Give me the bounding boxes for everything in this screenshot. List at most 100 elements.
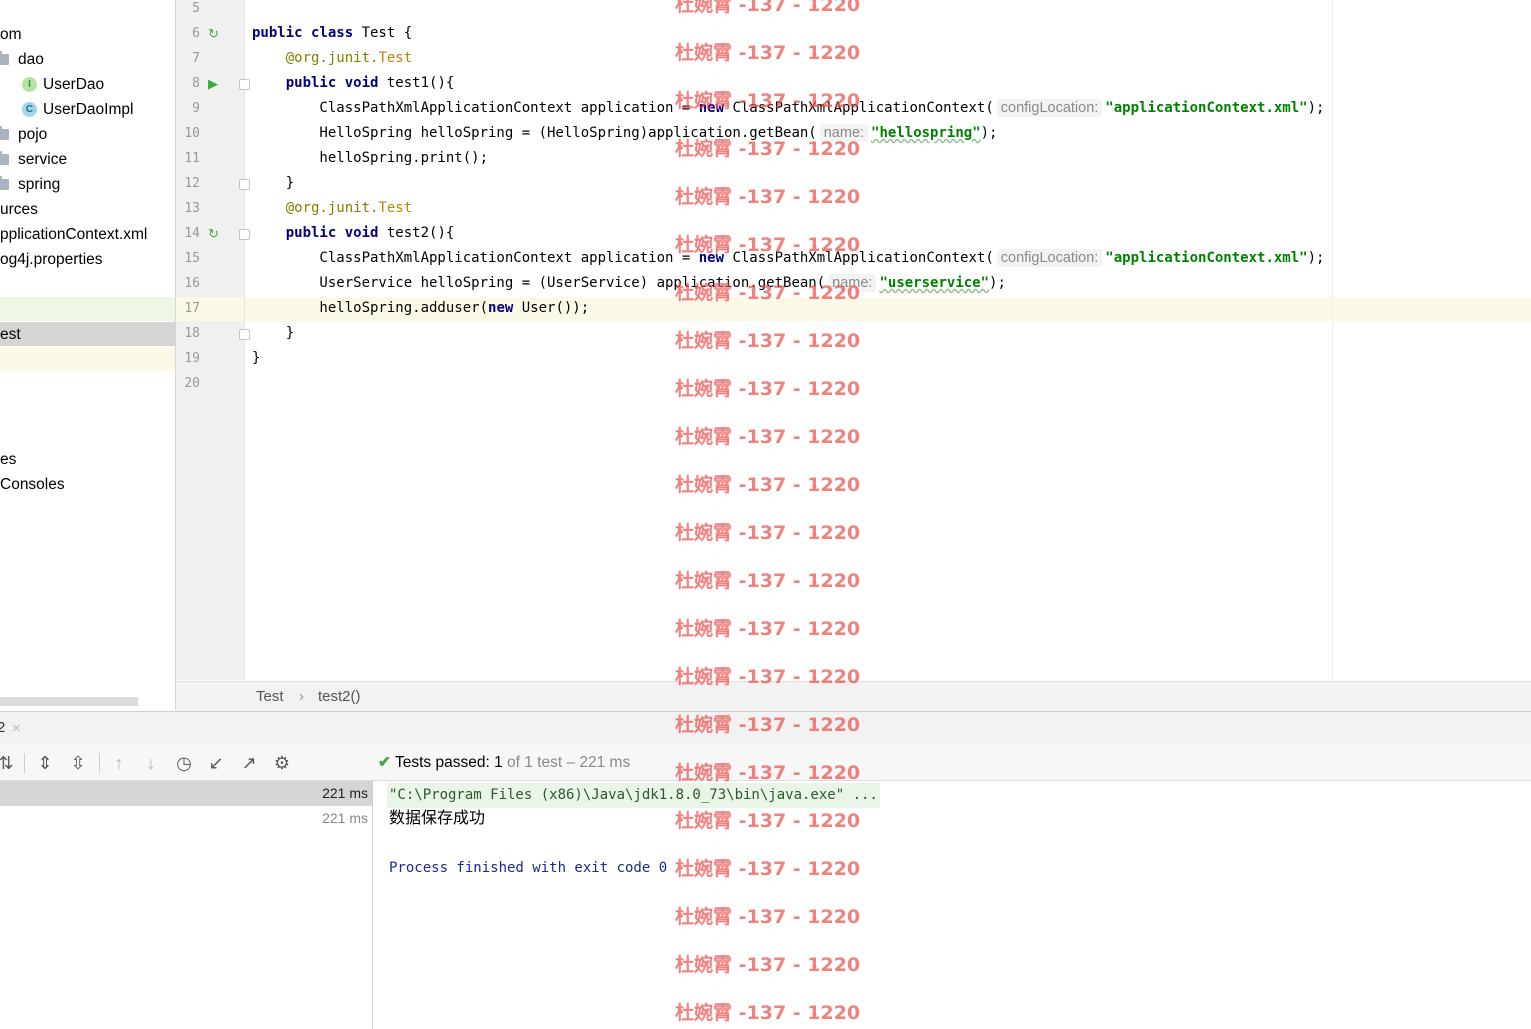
prev-failed-icon[interactable]: ↑ bbox=[107, 751, 131, 775]
test-results-tree: 221 ms 221 ms bbox=[0, 781, 373, 1029]
line-number: 7 bbox=[192, 51, 200, 66]
code-line: helloSpring.print(); bbox=[252, 146, 488, 171]
code-token: test1(){ bbox=[386, 75, 455, 91]
fold-marker-icon[interactable] bbox=[239, 179, 250, 190]
console-output[interactable]: "C:\Program Files (x86)\Java\jdk1.8.0_73… bbox=[373, 781, 1531, 1029]
fold-marker-icon[interactable] bbox=[239, 329, 250, 340]
settings-gear-icon[interactable]: ⚙ bbox=[270, 751, 294, 775]
line-number: 13 bbox=[184, 201, 200, 216]
history-icon[interactable]: ◷ bbox=[172, 751, 196, 775]
breadcrumb-class[interactable]: Test bbox=[256, 682, 284, 711]
tree-item[interactable] bbox=[0, 347, 175, 372]
fold-marker-icon[interactable] bbox=[239, 229, 250, 240]
next-failed-icon[interactable]: ↓ bbox=[139, 751, 163, 775]
code-line: public void test2(){ bbox=[252, 221, 455, 246]
code-token: helloSpring.adduser( bbox=[252, 300, 489, 316]
tree-item[interactable]: est bbox=[0, 322, 175, 347]
tree-item[interactable]: pojo bbox=[0, 122, 175, 147]
tree-item-label: pplicationContext.xml bbox=[0, 226, 148, 243]
check-icon: ✔ bbox=[378, 754, 391, 771]
test-row[interactable]: 221 ms bbox=[0, 806, 372, 831]
class-icon: C bbox=[22, 102, 37, 117]
tree-item[interactable]: service bbox=[0, 147, 175, 172]
watermark-text: 杜婉霄 -137 - 1220 bbox=[675, 810, 861, 832]
code-token: Test { bbox=[361, 25, 413, 41]
tree-item[interactable]: dao bbox=[0, 47, 175, 72]
run-tab-label[interactable]: 2 bbox=[0, 719, 5, 736]
tree-item[interactable] bbox=[0, 372, 175, 397]
watermark-text: 杜婉霄 -137 - 1220 bbox=[675, 570, 861, 592]
code-line: UserService helloSpring = (UserService) … bbox=[252, 271, 1006, 296]
code-string: "hellospring" bbox=[871, 125, 981, 141]
tree-item[interactable] bbox=[0, 397, 175, 422]
watermark-text: 杜婉霄 -137 - 1220 bbox=[675, 762, 861, 784]
tree-item[interactable]: C UserDaoImpl bbox=[0, 97, 175, 122]
import-tests-icon[interactable]: ↙ bbox=[204, 751, 228, 775]
watermark-text: 杜婉霄 -137 - 1220 bbox=[675, 1002, 861, 1024]
tree-item[interactable] bbox=[0, 297, 175, 322]
tree-item[interactable]: spring bbox=[0, 172, 175, 197]
rerun-test-icon[interactable]: ↻ bbox=[208, 21, 219, 46]
right-margin-guide bbox=[1332, 0, 1333, 680]
collapse-all-icon[interactable]: ⇳ bbox=[66, 751, 90, 775]
tree-item-label: urces bbox=[0, 201, 38, 218]
tree-item[interactable]: om bbox=[0, 22, 175, 47]
code-line: helloSpring.adduser(new User()); bbox=[252, 296, 589, 321]
code-token: ); bbox=[989, 275, 1006, 291]
watermark-text: 杜婉霄 -137 - 1220 bbox=[675, 138, 861, 160]
watermark-text: 杜婉霄 -137 - 1220 bbox=[675, 234, 861, 256]
console-command-line[interactable]: "C:\Program Files (x86)\Java\jdk1.8.0_73… bbox=[387, 783, 880, 808]
fold-marker-icon[interactable] bbox=[239, 79, 250, 90]
test-duration: 221 ms bbox=[322, 785, 368, 801]
tree-item-label: om bbox=[0, 26, 22, 43]
code-token: ClassPathXmlApplicationContext applicati… bbox=[252, 250, 699, 266]
tree-horizontal-scrollbar[interactable] bbox=[0, 697, 138, 706]
watermark-text: 杜婉霄 -137 - 1220 bbox=[675, 618, 861, 640]
watermark-text: 杜婉霄 -137 - 1220 bbox=[675, 474, 861, 496]
test-row[interactable]: 221 ms bbox=[0, 781, 372, 806]
tree-item-label: est bbox=[0, 326, 21, 343]
rerun-test-icon[interactable]: ↻ bbox=[208, 221, 219, 246]
run-test-icon[interactable]: ▶ bbox=[208, 71, 218, 96]
tree-item[interactable] bbox=[0, 272, 175, 297]
sort-icon[interactable]: ⇅ bbox=[0, 751, 18, 775]
code-string: "applicationContext.xml" bbox=[1105, 250, 1308, 266]
tree-item[interactable]: es bbox=[0, 447, 175, 472]
tests-status-rest: of 1 test – 221 ms bbox=[502, 754, 631, 771]
toolbar-separator bbox=[24, 753, 25, 773]
tree-item[interactable] bbox=[0, 422, 175, 447]
code-line: public void test1(){ bbox=[252, 71, 455, 96]
code-line: } bbox=[252, 171, 294, 196]
tree-item[interactable]: Consoles bbox=[0, 472, 175, 497]
code-token: ); bbox=[1307, 250, 1325, 266]
folder-icon bbox=[0, 51, 9, 65]
code-string: "userservice" bbox=[879, 275, 990, 291]
code-keyword: public void bbox=[285, 75, 387, 91]
tests-status: ✔ Tests passed: 1 of 1 test – 221 ms bbox=[378, 745, 630, 780]
watermark-text: 杜婉霄 -137 - 1220 bbox=[675, 0, 861, 16]
tree-item-label: UserDaoImpl bbox=[43, 101, 134, 118]
line-number: 15 bbox=[184, 251, 200, 266]
folder-icon bbox=[0, 126, 9, 140]
breadcrumb-method[interactable]: test2() bbox=[318, 682, 361, 711]
watermark-text: 杜婉霄 -137 - 1220 bbox=[675, 282, 861, 304]
code-token: test2(){ bbox=[386, 225, 455, 241]
expand-all-icon[interactable]: ⇕ bbox=[33, 751, 57, 775]
close-icon[interactable]: × bbox=[12, 720, 21, 737]
tree-item[interactable]: pplicationContext.xml bbox=[0, 222, 175, 247]
tree-item-label: UserDao bbox=[43, 76, 105, 93]
watermark-text: 杜婉霄 -137 - 1220 bbox=[675, 42, 861, 64]
tree-item[interactable]: urces bbox=[0, 197, 175, 222]
watermark-text: 杜婉霄 -137 - 1220 bbox=[675, 522, 861, 544]
watermark-text: 杜婉霄 -137 - 1220 bbox=[675, 90, 861, 112]
parameter-hint: configLocation: bbox=[996, 99, 1103, 117]
export-tests-icon[interactable]: ↗ bbox=[237, 751, 261, 775]
project-tool-window: om dao I UserDao C UserDaoImpl pojo service spri… bbox=[0, 0, 176, 710]
tree-item-label: Consoles bbox=[0, 476, 65, 493]
tree-item[interactable]: I UserDao bbox=[0, 72, 175, 97]
tree-item[interactable]: og4j.properties bbox=[0, 247, 175, 272]
